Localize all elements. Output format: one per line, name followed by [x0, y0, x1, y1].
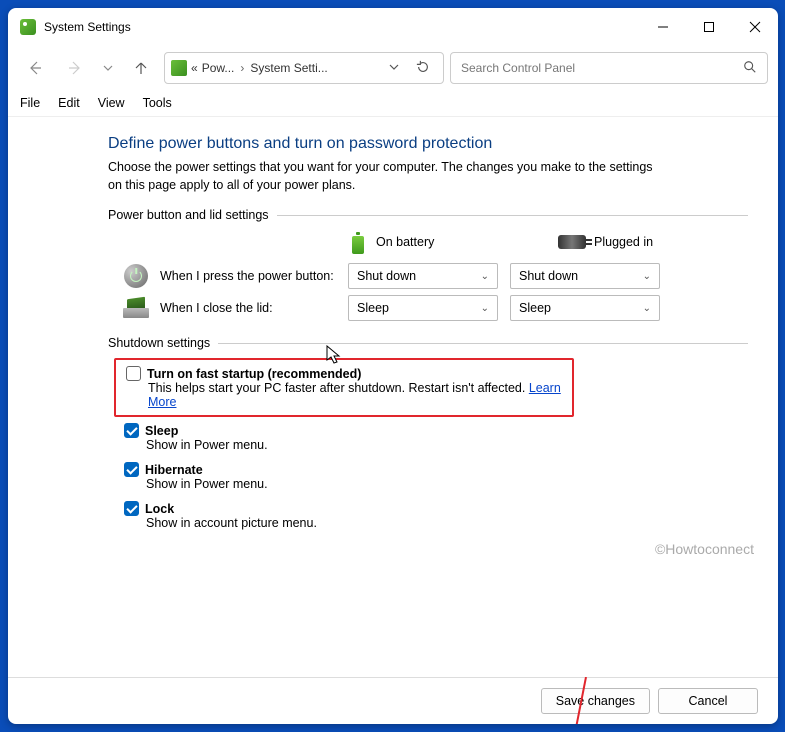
checkbox-sleep[interactable] — [124, 423, 139, 438]
chevron-down-icon: ⌄ — [481, 303, 489, 314]
cancel-button[interactable]: Cancel — [658, 688, 758, 714]
titlebar: System Settings — [8, 8, 778, 46]
refresh-button[interactable] — [409, 60, 437, 77]
row-close-lid: When I close the lid: Sleep ⌄ Sleep ⌄ — [122, 294, 748, 322]
column-plugged-in: Plugged in — [558, 235, 653, 249]
folder-icon — [171, 60, 187, 76]
menu-file[interactable]: File — [20, 96, 40, 110]
power-button-icon — [122, 262, 150, 290]
forward-button[interactable] — [58, 52, 92, 84]
option-hibernate: Hibernate Show in Power menu. — [124, 462, 748, 491]
checkbox-fast-startup[interactable] — [126, 366, 141, 381]
lock-label: Lock — [145, 502, 174, 516]
chevron-down-icon: ⌄ — [481, 271, 489, 282]
navigation-row: « Pow... › System Setti... Search Contro… — [8, 46, 778, 90]
select-lid-battery[interactable]: Sleep ⌄ — [348, 295, 498, 321]
hibernate-label: Hibernate — [145, 463, 203, 477]
breadcrumb-item[interactable]: Pow... — [202, 61, 235, 75]
back-button[interactable] — [18, 52, 52, 84]
lock-desc: Show in account picture menu. — [146, 516, 748, 530]
sleep-desc: Show in Power menu. — [146, 438, 748, 452]
column-on-battery: On battery — [348, 230, 498, 254]
window-controls — [640, 8, 778, 46]
column-headers: On battery Plugged in — [348, 230, 748, 254]
chevron-down-icon: ⌄ — [643, 271, 651, 282]
option-sleep: Sleep Show in Power menu. — [124, 423, 748, 452]
divider — [218, 343, 748, 344]
annotation-highlight: Turn on fast startup (recommended) This … — [114, 358, 574, 417]
sleep-label: Sleep — [145, 424, 178, 438]
menu-edit[interactable]: Edit — [58, 96, 80, 110]
search-icon — [743, 60, 757, 77]
fast-startup-desc: This helps start your PC faster after sh… — [148, 381, 562, 409]
fast-startup-desc-text: This helps start your PC faster after sh… — [148, 381, 529, 395]
window-title: System Settings — [44, 20, 131, 34]
col-plugged-label: Plugged in — [594, 235, 653, 249]
option-lock: Lock Show in account picture menu. — [124, 501, 748, 530]
chevron-down-icon[interactable] — [389, 61, 399, 75]
recent-dropdown[interactable] — [98, 52, 118, 84]
menu-view[interactable]: View — [98, 96, 125, 110]
save-changes-button[interactable]: Save changes — [541, 688, 650, 714]
close-button[interactable] — [732, 8, 778, 46]
select-power-battery[interactable]: Shut down ⌄ — [348, 263, 498, 289]
page-heading: Define power buttons and turn on passwor… — [108, 135, 748, 153]
menu-tools[interactable]: Tools — [143, 96, 172, 110]
divider — [277, 215, 748, 216]
hibernate-desc: Show in Power menu. — [146, 477, 748, 491]
page-description: Choose the power settings that you want … — [108, 159, 668, 194]
chevron-down-icon: ⌄ — [643, 303, 651, 314]
section-label-text: Shutdown settings — [108, 336, 210, 350]
breadcrumb-prefix: « — [191, 61, 198, 75]
shutdown-options-list: Sleep Show in Power menu. Hibernate Show… — [124, 423, 748, 530]
row-power-button: When I press the power button: Shut down… — [122, 262, 748, 290]
checkbox-hibernate[interactable] — [124, 462, 139, 477]
watermark: ©Howtoconnect — [655, 541, 754, 557]
lid-icon — [122, 294, 150, 322]
address-bar[interactable]: « Pow... › System Setti... — [164, 52, 444, 84]
up-button[interactable] — [124, 52, 158, 84]
select-value: Shut down — [519, 269, 578, 283]
select-power-plugged[interactable]: Shut down ⌄ — [510, 263, 660, 289]
section-label-text: Power button and lid settings — [108, 208, 269, 222]
row-power-label: When I press the power button: — [160, 269, 348, 283]
select-value: Sleep — [357, 301, 389, 315]
minimize-button[interactable] — [640, 8, 686, 46]
system-settings-window: System Settings « P — [8, 8, 778, 724]
plug-icon — [558, 235, 586, 249]
footer: Save changes Cancel — [8, 677, 778, 724]
section-power-button-lid: Power button and lid settings — [108, 208, 748, 222]
breadcrumb-item[interactable]: System Setti... — [250, 61, 327, 75]
fast-startup-label: Turn on fast startup (recommended) — [147, 367, 361, 381]
row-lid-label: When I close the lid: — [160, 301, 348, 315]
maximize-button[interactable] — [686, 8, 732, 46]
select-value: Sleep — [519, 301, 551, 315]
section-shutdown: Shutdown settings — [108, 336, 748, 350]
battery-icon — [348, 230, 368, 254]
select-value: Shut down — [357, 269, 416, 283]
content-pane: Define power buttons and turn on passwor… — [8, 117, 778, 677]
checkbox-lock[interactable] — [124, 501, 139, 516]
select-lid-plugged[interactable]: Sleep ⌄ — [510, 295, 660, 321]
col-battery-label: On battery — [376, 235, 434, 249]
menubar: File Edit View Tools — [8, 90, 778, 117]
search-placeholder: Search Control Panel — [461, 61, 575, 75]
breadcrumb-separator: › — [238, 61, 246, 75]
app-icon — [20, 19, 36, 35]
search-input[interactable]: Search Control Panel — [450, 52, 768, 84]
